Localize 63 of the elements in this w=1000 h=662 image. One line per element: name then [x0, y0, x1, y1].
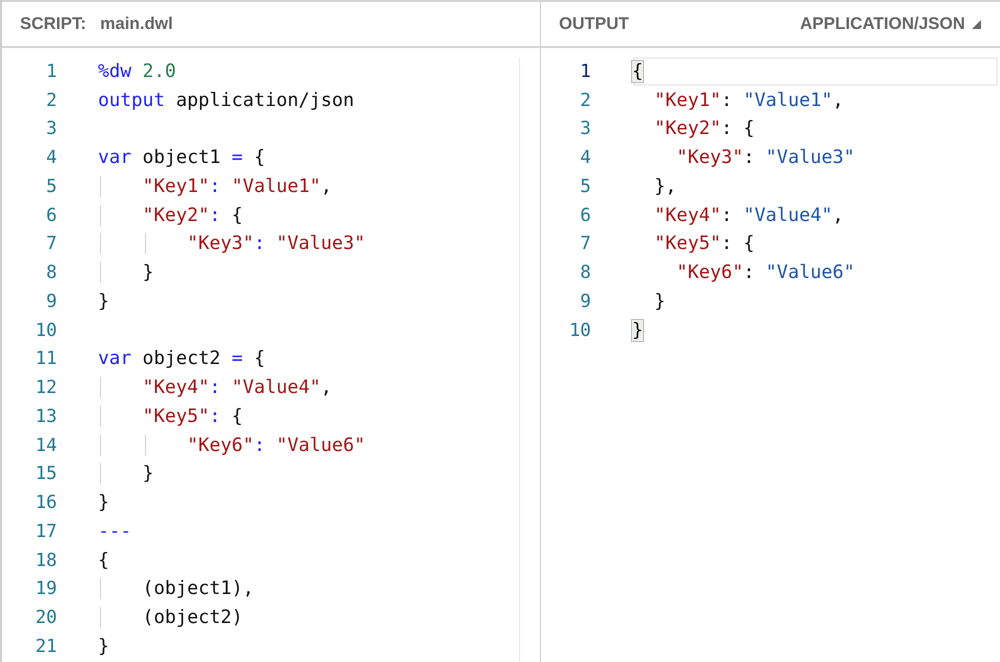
- code-line: "Key4": "Value4",: [653, 204, 844, 226]
- code-line: "Key3": "Value3": [676, 147, 855, 168]
- line-number: 3: [579, 118, 591, 140]
- line-number: 5: [45, 176, 57, 197]
- line-number: 10: [568, 320, 591, 341]
- code-line: }: [98, 636, 110, 657]
- line-number: 11: [34, 348, 57, 370]
- code-line: },: [653, 176, 677, 197]
- line-number: 1: [579, 60, 591, 82]
- code-line: ---: [98, 520, 132, 542]
- line-number: 3: [45, 118, 57, 140]
- line-number: 13: [34, 406, 57, 427]
- panel-label: SCRIPT:: [20, 14, 86, 34]
- file-name: main.dwl: [100, 14, 173, 34]
- line-number: 2: [45, 90, 57, 111]
- line-number: 15: [34, 463, 57, 484]
- code-line: "Key2": {: [98, 204, 243, 226]
- line-number: 1: [45, 60, 57, 82]
- code-line: }: [653, 290, 666, 312]
- code-line: (object1),: [98, 578, 254, 600]
- line-number: 16: [34, 492, 57, 514]
- line-number: 6: [579, 204, 591, 226]
- line-number: 8: [45, 262, 57, 284]
- caret-icon: [971, 18, 982, 30]
- line-number: 4: [45, 147, 57, 168]
- code-line: "Key6": "Value6": [676, 262, 855, 284]
- format-dropdown[interactable]: APPLICATION/JSON: [800, 14, 982, 34]
- line-number: 6: [45, 204, 57, 226]
- line-number: 21: [34, 636, 57, 657]
- code-line: }: [98, 492, 110, 514]
- code-line: "Key3": "Value3": [98, 233, 366, 254]
- code-line: {: [98, 550, 110, 571]
- line-number: 4: [579, 147, 591, 168]
- line-number: 7: [45, 233, 57, 254]
- line-number: 5: [579, 176, 591, 197]
- line-number: 18: [34, 550, 57, 571]
- code-line: "Key1": "Value1",: [653, 90, 844, 111]
- line-number: 12: [34, 377, 57, 398]
- code-line: (object2): [98, 607, 243, 628]
- code-line: var object2 = {: [98, 348, 266, 370]
- line-number: 20: [34, 607, 57, 628]
- code-line: }: [98, 290, 110, 312]
- line-number: 17: [34, 520, 57, 542]
- code-line: }: [98, 463, 154, 484]
- code-line: "Key5": {: [653, 233, 755, 254]
- line-number: 8: [579, 262, 591, 284]
- line-number: 7: [579, 233, 591, 254]
- line-number: 14: [34, 434, 57, 456]
- code-line: "Key5": {: [98, 406, 243, 427]
- line-number: 2: [579, 90, 591, 111]
- code-line: %dw 2.0: [98, 60, 176, 82]
- code-line: output application/json: [98, 90, 354, 111]
- line-number: 9: [579, 290, 591, 312]
- line-number: 10: [34, 320, 57, 341]
- code-line: var object1 = {: [98, 147, 266, 168]
- panel-label: OUTPUT: [559, 14, 629, 34]
- code-line: "Key2": {: [653, 118, 755, 140]
- code-line: }: [98, 262, 154, 284]
- line-number: 19: [34, 578, 57, 600]
- line-number: 9: [45, 290, 57, 312]
- code-line: "Key1": "Value1",: [98, 176, 332, 197]
- code-line: "Key6": "Value6": [98, 434, 366, 456]
- code-line: "Key4": "Value4",: [98, 377, 332, 398]
